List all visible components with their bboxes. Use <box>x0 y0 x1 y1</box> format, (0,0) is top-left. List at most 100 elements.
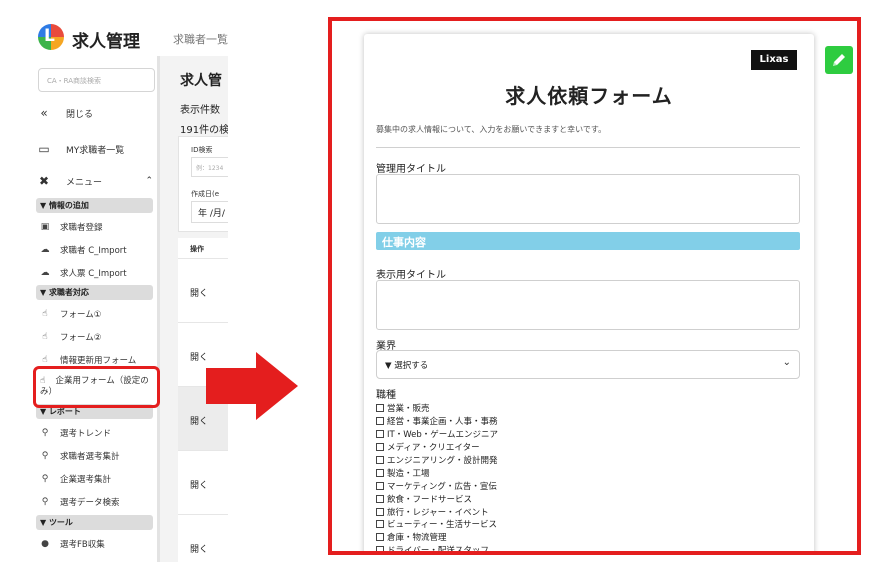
job-type-option-label: エンジニアリング・設計開発 <box>387 456 498 466</box>
sidebar-item-label: 求職者 C_Import <box>60 246 127 256</box>
checkbox[interactable] <box>376 456 384 464</box>
sidebar-item-label: フォーム② <box>60 333 102 343</box>
search-icon: ⚲ <box>41 497 49 507</box>
checkbox[interactable] <box>376 546 384 551</box>
sidebar-item-form-1[interactable]: ☝ フォーム① <box>40 308 101 320</box>
sidebar-close-toggle[interactable]: « 閉じる <box>36 106 93 120</box>
job-type-option[interactable]: 経営・事業企画・人事・事務 <box>376 415 796 428</box>
open-row-link[interactable]: 開く <box>190 542 208 555</box>
hand-pointer-icon: ☝ <box>42 332 48 342</box>
sidebar-item-label: フォーム① <box>60 310 102 320</box>
mgmt-title-input[interactable] <box>376 174 800 224</box>
sidebar-item-my-seekers[interactable]: ▭ MY求職者一覧 <box>36 142 124 156</box>
sidebar-item-label: 求職者登録 <box>60 223 103 233</box>
job-type-option[interactable]: エンジニアリング・設計開発 <box>376 454 796 467</box>
job-type-option[interactable]: 営業・販売 <box>376 402 796 415</box>
sidebar-item-feedback[interactable]: ● 選考FB収集 <box>40 538 105 550</box>
display-title-label: 表示用タイトル <box>376 270 446 281</box>
job-type-option-label: ドライバー・配送スタッフ <box>387 546 489 555</box>
job-type-option-label: 経営・事業企画・人事・事務 <box>387 417 498 428</box>
job-type-label: 職種 <box>376 390 396 401</box>
display-title-input[interactable] <box>376 280 800 330</box>
sidebar-item-label: 選考FB収集 <box>60 540 105 550</box>
job-type-option[interactable]: ドライバー・配送スタッフ <box>376 544 796 555</box>
sidebar-item-label: MY求職者一覧 <box>66 145 125 156</box>
sidebar-item-register-seeker[interactable]: ▣ 求職者登録 <box>40 221 103 233</box>
checkbox[interactable] <box>376 507 384 516</box>
row-divider <box>178 450 228 451</box>
job-type-option-label: 旅行・レジャー・イベント <box>387 507 489 518</box>
main-content: 求人管 表示件数 191件の検 ID検索 例：1234 作成日(e 年 /月/ … <box>160 56 228 562</box>
page-title: 求人管 <box>180 73 222 89</box>
job-type-option[interactable]: マーケティング・広告・宣伝 <box>376 479 796 492</box>
sidebar-item-update-form[interactable]: ☝ 情報更新用フォーム <box>40 354 136 366</box>
job-type-checkbox-list: 営業・販売 経営・事業企画・人事・事務 IT・Web・ゲームエンジニア メディア… <box>376 402 796 555</box>
sidebar-item-data-search[interactable]: ⚲ 選考データ検索 <box>40 496 120 508</box>
sidebar-item-job-import[interactable]: ☁ 求人票 C_Import <box>40 267 127 279</box>
sidebar-item-company-form[interactable]: ☝ 企業用フォーム（設定のみ） <box>40 376 158 398</box>
tools-icon: ✖ <box>38 174 50 188</box>
checkbox[interactable] <box>376 417 384 426</box>
checkbox[interactable] <box>376 468 384 477</box>
sidebar-item-label: 求職者選考集計 <box>60 452 120 462</box>
app-header: 求人管理 求職者一覧 <box>0 0 228 56</box>
form-intro: 募集中の求人情報について、入力をお願いできますと幸いです。 <box>376 125 607 134</box>
checkbox[interactable] <box>376 494 384 503</box>
sidebar-item-seeker-import[interactable]: ☁ 求職者 C_Import <box>40 244 127 256</box>
sidebar-item-company-stats[interactable]: ⚲ 企業選考集計 <box>40 473 111 485</box>
sidebar-item-form-2[interactable]: ☝ フォーム② <box>40 331 101 343</box>
sidebar-close-label: 閉じる <box>66 109 94 120</box>
checkbox[interactable] <box>376 404 384 413</box>
sidebar-search-input[interactable]: CA・RA商談検索 <box>38 68 155 92</box>
job-type-option-label: ビューティー・生活サービス <box>387 520 497 531</box>
sidebar-item-label: 選考トレンド <box>60 429 112 439</box>
checkbox[interactable] <box>376 520 384 529</box>
header-link-seekers[interactable]: 求職者一覧 <box>173 31 228 47</box>
job-type-option[interactable]: 倉庫・物流管理 <box>376 531 796 544</box>
filter-id-input[interactable]: 例：1234 <box>191 157 228 177</box>
divider <box>376 147 800 148</box>
search-icon: ⚲ <box>41 474 49 484</box>
job-type-option-label: マーケティング・広告・宣伝 <box>387 481 497 492</box>
industry-select[interactable]: ▼ 選択する ⌄ <box>376 350 800 379</box>
open-row-link[interactable]: 開く <box>190 478 208 491</box>
hand-pointer-icon: ☝ <box>42 309 48 319</box>
job-request-form: Lixas 求人依頼フォーム 募集中の求人情報について、入力をお願いできますと幸… <box>364 34 814 555</box>
sidebar-menu-label: メニュー <box>66 177 103 188</box>
job-type-option-label: 倉庫・物流管理 <box>387 533 447 544</box>
sidebar-item-seeker-stats[interactable]: ⚲ 求職者選考集計 <box>40 450 120 462</box>
sidebar-item-label: 企業選考集計 <box>60 475 112 485</box>
checkbox[interactable] <box>376 481 384 490</box>
sidebar-menu-toggle[interactable]: ✖ メニュー ⌃ <box>36 174 153 188</box>
filter-date-input[interactable]: 年 /月/ <box>191 201 228 223</box>
sidebar-item-label: 求人票 C_Import <box>60 269 127 279</box>
job-type-option-label: メディア・クリエイター <box>387 443 480 454</box>
checkbox[interactable] <box>376 443 384 452</box>
job-type-option[interactable]: IT・Web・ゲームエンジニア <box>376 428 796 441</box>
job-type-option[interactable]: 製造・工場 <box>376 466 796 479</box>
sidebar-item-trend[interactable]: ⚲ 選考トレンド <box>40 427 111 439</box>
search-icon: ⚲ <box>41 451 49 461</box>
job-type-option[interactable]: 飲食・フードサービス <box>376 492 796 505</box>
checkbox[interactable] <box>376 533 384 542</box>
hand-pointer-icon: ☝ <box>40 376 46 386</box>
lixas-logo: Lixas <box>751 50 797 70</box>
chevron-down-icon: ⌄ <box>782 357 791 368</box>
result-count: 191件の検 <box>180 125 228 136</box>
job-type-option-label: 飲食・フードサービス <box>387 494 473 505</box>
chat-icon: ● <box>41 539 49 549</box>
checkbox[interactable] <box>376 430 384 439</box>
section-heading-job-content: 仕事内容 <box>376 232 800 250</box>
form-highlight-frame: Lixas 求人依頼フォーム 募集中の求人情報について、入力をお願いできますと幸… <box>328 17 861 555</box>
industry-select-value: ▼ 選択する <box>385 361 429 371</box>
job-type-option[interactable]: 旅行・レジャー・イベント <box>376 505 796 518</box>
laptop-icon: ▭ <box>38 142 50 156</box>
job-type-option[interactable]: ビューティー・生活サービス <box>376 518 796 531</box>
job-type-option[interactable]: メディア・クリエイター <box>376 441 796 454</box>
filter-panel: ID検索 例：1234 作成日(e 年 /月/ <box>178 136 228 232</box>
open-row-link[interactable]: 開く <box>190 286 208 299</box>
sidebar-item-label: 企業用フォーム（設定のみ） <box>40 376 149 397</box>
chevron-up-icon: ⌃ <box>145 176 153 186</box>
filter-date-label: 作成日(e <box>191 190 220 198</box>
edit-button[interactable] <box>825 46 853 74</box>
